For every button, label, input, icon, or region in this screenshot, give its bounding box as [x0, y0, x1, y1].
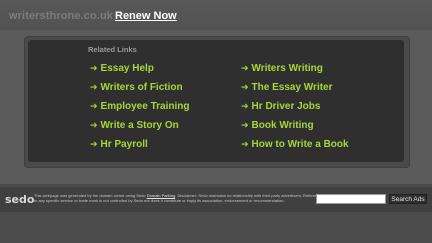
related-links-title: Related Links — [88, 45, 137, 54]
related-link-how-to-write-a-book[interactable]: ➔ How to Write a Book — [241, 139, 349, 150]
arrow-right-icon: ➔ — [90, 139, 98, 149]
related-link-book-writing[interactable]: ➔ Book Writing — [241, 120, 314, 131]
related-link-label: Writers Writing — [251, 63, 323, 74]
related-link-label: Employee Training — [100, 101, 190, 112]
related-link-label: Writers of Fiction — [100, 82, 183, 93]
related-link-hr-driver-jobs[interactable]: ➔ Hr Driver Jobs — [241, 101, 320, 112]
related-link-writers-of-fiction[interactable]: ➔ Writers of Fiction — [90, 82, 183, 93]
related-link-the-essay-writer[interactable]: ➔ The Essay Writer — [241, 82, 333, 93]
arrow-right-icon: ➔ — [90, 63, 98, 73]
arrow-right-icon: ➔ — [241, 63, 249, 73]
related-link-label: How to Write a Book — [251, 139, 349, 150]
related-link-label: Book Writing — [251, 120, 314, 131]
related-link-hr-payroll[interactable]: ➔ Hr Payroll — [90, 139, 148, 150]
arrow-right-icon: ➔ — [241, 82, 249, 92]
arrow-right-icon: ➔ — [90, 120, 98, 130]
related-link-label: Hr Payroll — [100, 139, 148, 150]
search-ads-button[interactable]: Search Ads — [389, 194, 427, 204]
arrow-right-icon: ➔ — [241, 120, 249, 130]
renew-now-link[interactable]: Renew Now — [115, 10, 177, 22]
search-ads-input[interactable] — [316, 194, 386, 204]
domain-name: writersthrone.co.uk — [9, 10, 113, 22]
related-link-write-a-story-on[interactable]: ➔ Write a Story On — [90, 120, 179, 131]
related-link-writers-writing[interactable]: ➔ Writers Writing — [241, 63, 323, 74]
related-link-label: Essay Help — [100, 63, 154, 74]
related-link-label: Hr Driver Jobs — [251, 101, 321, 112]
related-link-essay-help[interactable]: ➔ Essay Help — [90, 63, 154, 74]
arrow-right-icon: ➔ — [241, 139, 249, 149]
related-link-label: The Essay Writer — [251, 82, 333, 93]
related-link-employee-training[interactable]: ➔ Employee Training — [90, 101, 189, 112]
disclaimer-text: This webpage was generated by the domain… — [34, 193, 324, 203]
arrow-right-icon: ➔ — [90, 82, 98, 92]
related-link-label: Write a Story On — [100, 120, 179, 131]
sedo-logo: sedo — [5, 193, 35, 206]
arrow-right-icon: ➔ — [90, 101, 98, 111]
arrow-right-icon: ➔ — [241, 101, 249, 111]
